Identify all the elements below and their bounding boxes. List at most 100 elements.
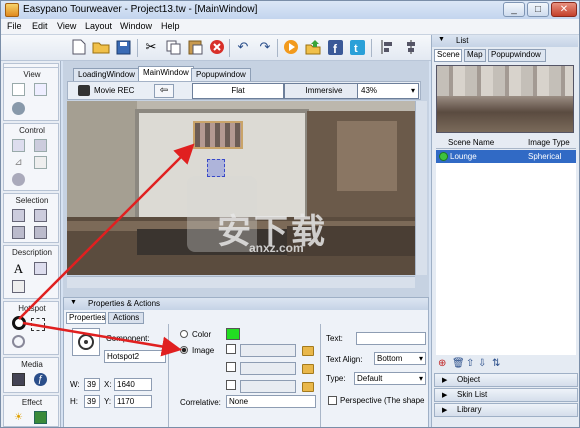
undo-icon[interactable]: ↶ — [233, 37, 253, 57]
tab-loadingwindow[interactable]: LoadingWindow — [73, 68, 140, 81]
x-field[interactable]: 1640 — [114, 378, 152, 391]
accordion-skin-label: Skin List — [457, 390, 488, 399]
delete-scene-icon[interactable]: 🗑 — [452, 358, 465, 369]
menu-help[interactable]: Help — [161, 21, 180, 31]
sun-effect-icon[interactable]: ☀ — [12, 411, 25, 424]
horizontal-scrollbar[interactable] — [67, 276, 415, 288]
text-field[interactable] — [356, 332, 426, 345]
hotspot-thumbnail[interactable] — [193, 121, 243, 149]
vertical-scrollbar[interactable] — [415, 101, 427, 275]
delete-icon[interactable] — [207, 37, 227, 57]
selection-combo-icon[interactable] — [12, 226, 25, 239]
polygon-hotspot-icon[interactable] — [31, 318, 45, 331]
cut-icon[interactable]: ✂ — [141, 37, 161, 57]
hotspot2-marker[interactable] — [207, 159, 225, 177]
component-name-field[interactable]: Hotspot2 — [104, 350, 166, 363]
list-title: List — [456, 36, 469, 45]
add-scene-icon[interactable]: ⊕ — [438, 358, 446, 369]
normal-image-field[interactable] — [240, 344, 296, 357]
video-icon[interactable] — [12, 373, 25, 386]
save-icon[interactable] — [113, 37, 133, 57]
immersive-mode-button[interactable]: Immersive — [284, 83, 364, 99]
folder-icon[interactable] — [302, 364, 314, 374]
image-icon[interactable] — [34, 262, 47, 275]
snow-effect-icon[interactable] — [34, 411, 47, 424]
flat-mode-button[interactable]: Flat — [192, 83, 284, 99]
tab-properties[interactable]: Properties — [66, 312, 106, 324]
accordion-skin-list[interactable]: ▶ Skin List — [434, 388, 578, 402]
menu-file[interactable]: File — [7, 21, 22, 31]
effect-section-title: Effect — [21, 398, 43, 407]
selection-thumb-icon[interactable] — [12, 209, 25, 222]
camera-hotspot-icon[interactable] — [12, 335, 25, 348]
view-globe-icon[interactable] — [12, 102, 25, 115]
twitter-icon[interactable]: t — [347, 37, 367, 57]
correlative-field[interactable]: None — [226, 395, 316, 408]
menu-view[interactable]: View — [57, 21, 76, 31]
control-list-icon[interactable] — [34, 156, 47, 169]
width-field[interactable]: 39 — [84, 378, 100, 391]
new-icon[interactable] — [69, 37, 89, 57]
table-row[interactable]: Lounge Spherical — [436, 150, 576, 163]
perspective-checkbox[interactable] — [328, 396, 337, 405]
color-radio[interactable] — [180, 330, 188, 338]
type-select[interactable]: Default ▾ — [354, 372, 426, 385]
color-swatch[interactable] — [226, 328, 240, 340]
y-field[interactable]: 1170 — [114, 395, 152, 408]
image-radio[interactable] — [180, 346, 188, 354]
menu-edit[interactable]: Edit — [32, 21, 48, 31]
height-field[interactable]: 39 — [84, 395, 100, 408]
move-down-icon[interactable]: ⇩ — [478, 358, 486, 369]
paste-icon[interactable] — [185, 37, 205, 57]
menu-layout[interactable]: Layout — [85, 21, 112, 31]
accordion-library[interactable]: ▶ Library — [434, 403, 578, 417]
tab-popupwindow-list[interactable]: Popupwindow — [488, 49, 546, 62]
move-up-icon[interactable]: ⇧ — [466, 358, 474, 369]
tab-scene[interactable]: Scene — [434, 49, 462, 62]
distribute-icon[interactable] — [401, 37, 421, 57]
hotspot-section-title: Hotspot — [18, 304, 46, 313]
publish-icon[interactable] — [303, 37, 323, 57]
control-button-icon[interactable] — [12, 139, 25, 152]
description-section-title: Description — [11, 248, 52, 257]
accordion-object[interactable]: ▶ Object — [434, 373, 578, 387]
tab-map[interactable]: Map — [464, 49, 486, 62]
control-dropdown-icon[interactable] — [34, 139, 47, 152]
minimize-button[interactable]: _ — [503, 2, 525, 17]
maximize-button[interactable]: □ — [527, 2, 549, 17]
click-state-icon — [226, 380, 236, 390]
view-image-icon[interactable] — [34, 83, 47, 96]
zoom-select[interactable]: 43% ▾ — [357, 83, 419, 99]
selection-tree-icon[interactable] — [34, 226, 47, 239]
open-icon[interactable] — [91, 37, 111, 57]
tab-popupwindow[interactable]: Popupwindow — [191, 68, 251, 81]
hover-image-field[interactable] — [240, 362, 296, 375]
tab-mainwindow[interactable]: MainWindow — [138, 66, 194, 81]
menu-window[interactable]: Window — [120, 21, 152, 31]
html-text-icon[interactable] — [12, 280, 25, 293]
window-title: Easypano Tourweaver - Project13.tw - [Ma… — [23, 4, 258, 15]
tab-actions[interactable]: Actions — [108, 312, 144, 324]
collapse-arrow-icon[interactable]: ▼ — [438, 36, 445, 43]
sort-icon[interactable]: ⇅ — [492, 358, 500, 369]
control-slider-icon[interactable]: ⊿ — [12, 156, 25, 169]
close-button[interactable]: ✕ — [551, 2, 577, 17]
collapse-arrow-icon[interactable]: ▼ — [70, 299, 77, 306]
folder-icon[interactable] — [302, 346, 314, 356]
facebook-icon[interactable]: f — [325, 37, 345, 57]
copy-icon[interactable] — [163, 37, 183, 57]
align-icon[interactable] — [377, 37, 397, 57]
hotspot-icon[interactable] — [12, 316, 26, 330]
text-icon[interactable]: A — [12, 261, 25, 276]
control-radar-icon[interactable] — [12, 173, 25, 186]
selection-list-icon[interactable] — [34, 209, 47, 222]
folder-icon[interactable] — [302, 382, 314, 392]
flash-icon[interactable]: ƒ — [34, 373, 47, 386]
text-align-select[interactable]: Bottom ▾ — [374, 352, 426, 365]
click-image-field[interactable] — [240, 380, 296, 393]
redo-icon[interactable]: ↷ — [255, 37, 275, 57]
view-window-icon[interactable] — [12, 83, 25, 96]
play-icon[interactable] — [281, 37, 301, 57]
movie-rec-button[interactable]: Movie REC — [94, 86, 134, 95]
back-arrow-icon[interactable]: ⇦ — [154, 84, 174, 98]
